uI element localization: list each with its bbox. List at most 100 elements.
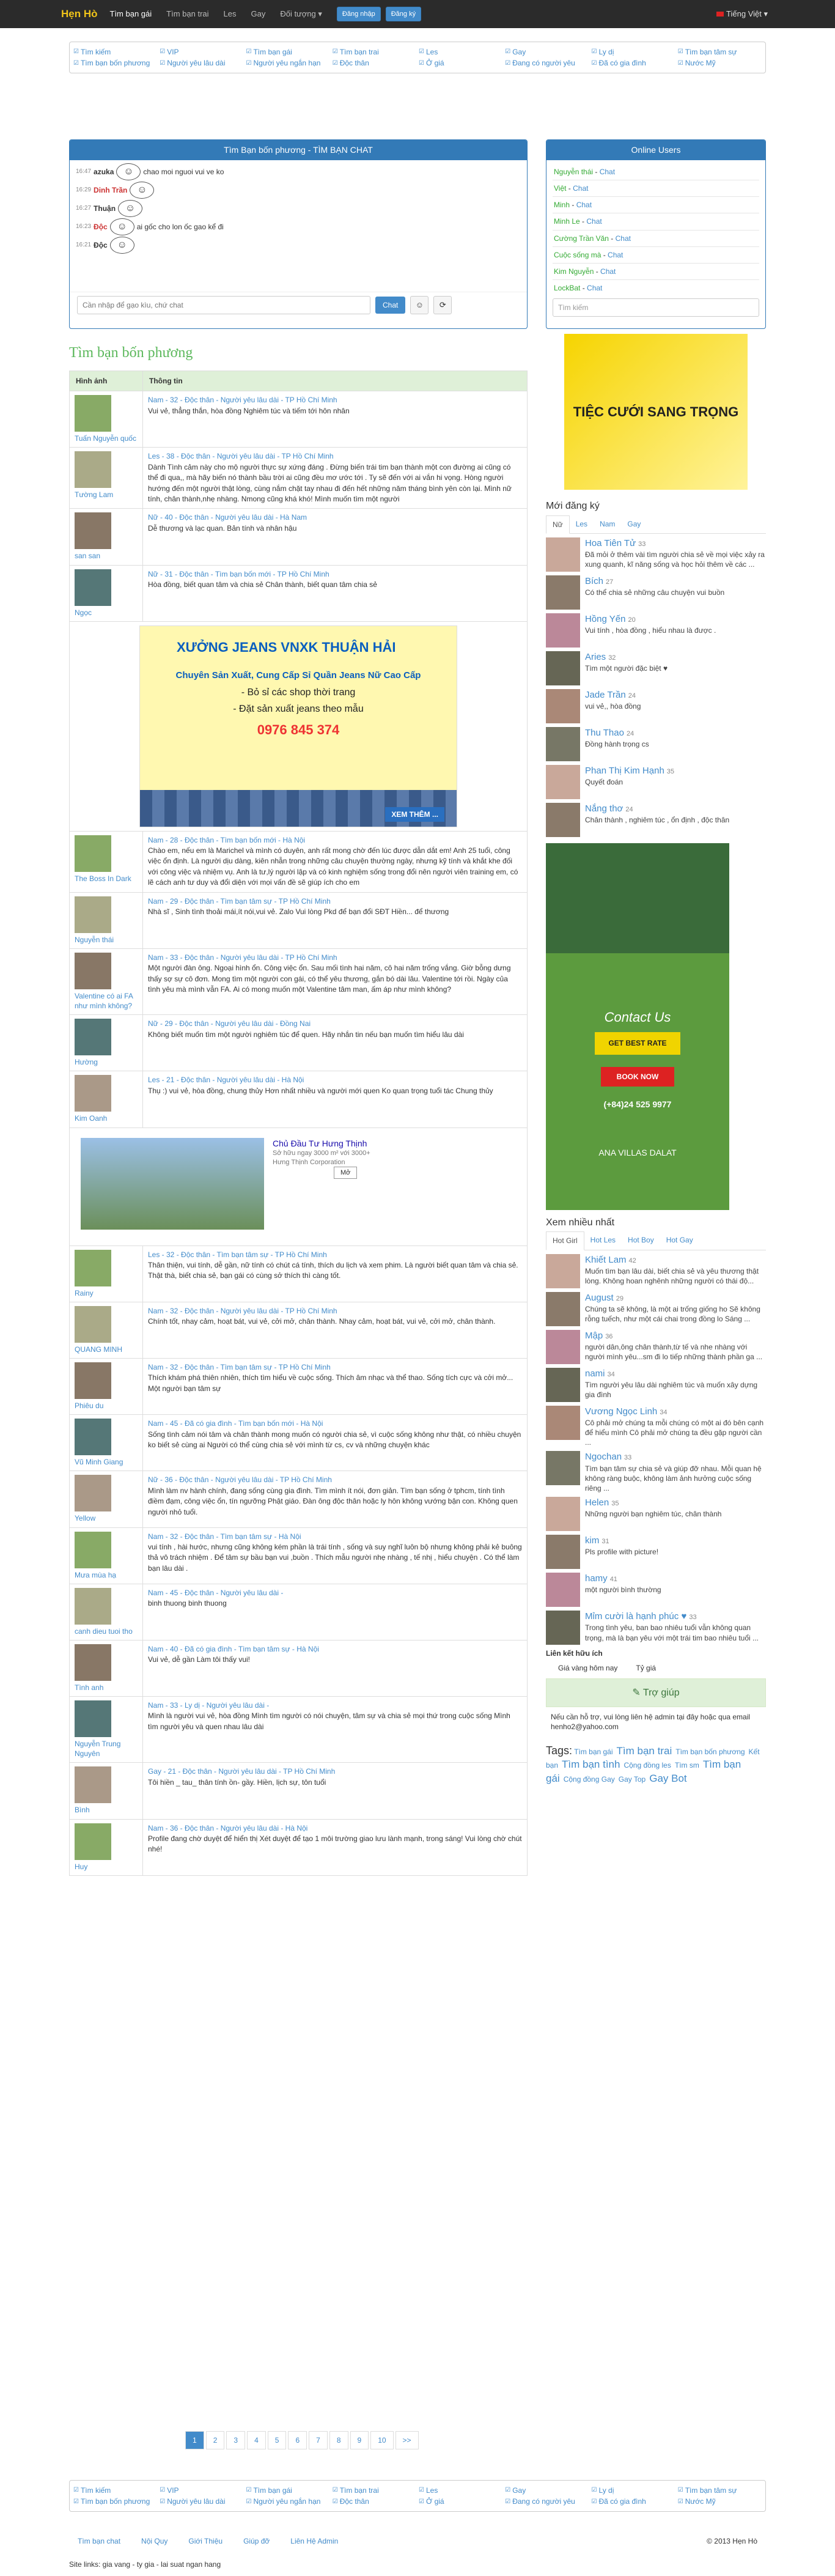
member-meta[interactable]: Nam - 33 - Độc thân - Người yêu lâu dài … <box>148 953 522 963</box>
member-name[interactable]: Tình anh <box>75 1683 138 1692</box>
online-user[interactable]: Kim Nguyễn - Chat <box>553 264 759 281</box>
chat-user[interactable]: Độc <box>94 240 108 250</box>
member-name[interactable]: Hường <box>75 1057 138 1067</box>
online-user[interactable]: Cuộc sống mà - Chat <box>553 247 759 264</box>
avatar[interactable] <box>75 512 111 550</box>
page-link[interactable]: 4 <box>247 2431 266 2450</box>
member-photo[interactable] <box>546 1291 580 1326</box>
member-card[interactable]: Hoa Tiên Tử 33 Đã mỏi ở thêm vài tìm người… <box>546 537 766 572</box>
member-name[interactable]: Thu Thao <box>585 728 624 738</box>
member-name[interactable]: Aries <box>585 652 606 662</box>
tag-link[interactable]: Gay Bot <box>649 1773 686 1784</box>
quicklink[interactable]: ☑ Nước Mỹ <box>678 58 762 68</box>
quicklink[interactable]: ☑ Ở giá <box>419 2497 502 2506</box>
online-user[interactable]: Việt - Chat <box>553 180 759 197</box>
page-link[interactable]: 7 <box>309 2431 328 2450</box>
member-card[interactable]: hamy 41 một người bình thường <box>546 1573 766 1607</box>
quicklink[interactable]: ☑ Tìm kiếm <box>73 2486 157 2495</box>
quicklink[interactable]: ☑ Gay <box>505 2486 589 2495</box>
avatar[interactable] <box>75 1305 111 1343</box>
page-link[interactable]: 6 <box>288 2431 307 2450</box>
tag-link[interactable]: Tìm bạn trai <box>617 1745 672 1757</box>
emoji-icon[interactable]: ☺ <box>410 295 429 314</box>
avatar[interactable] <box>75 1644 111 1681</box>
member-meta[interactable]: Nam - 32 - Độc thân - Người yêu lâu dài … <box>148 395 522 405</box>
quicklink[interactable]: ☑ Nước Mỹ <box>678 2497 762 2506</box>
member-name[interactable]: The Boss In Dark <box>75 874 138 884</box>
member-meta[interactable]: Gay - 21 - Độc thân - Người yêu lâu dài … <box>148 1766 522 1777</box>
member-photo[interactable] <box>546 575 580 610</box>
page-link[interactable]: 5 <box>267 2431 287 2450</box>
member-meta[interactable]: Nam - 33 - Ly dị - Người yêu lâu dài - <box>148 1700 522 1711</box>
quicklink[interactable]: ☑ Người yêu ngắn hạn <box>246 58 330 68</box>
member-photo[interactable] <box>546 1573 580 1607</box>
member-meta[interactable]: Les - 21 - Độc thân - Người yêu lâu dài … <box>148 1075 522 1085</box>
exchange-rate-link[interactable]: Tỷ giá <box>636 1663 656 1673</box>
member-photo[interactable] <box>546 688 580 723</box>
member-meta[interactable]: Nam - 28 - Độc thân - Tìm bạn bốn mới - … <box>148 835 522 846</box>
quicklink[interactable]: ☑ Tìm bạn trai <box>333 2486 416 2495</box>
page-link[interactable]: 3 <box>226 2431 246 2450</box>
tag-link[interactable]: Gay Top <box>619 1775 646 1784</box>
member-name[interactable]: Nguyễn Trung Nguyên <box>75 1739 138 1759</box>
tab[interactable]: Hot Les <box>584 1231 622 1249</box>
member-photo[interactable] <box>546 1253 580 1288</box>
quicklink[interactable]: ☑ Tìm bạn gái <box>246 2486 330 2495</box>
quicklink[interactable]: ☑ Người yêu lâu dài <box>160 2497 243 2506</box>
member-card[interactable]: Mỉm cười là hạnh phúc ♥ 33 Trong tình yêu,… <box>546 1611 766 1645</box>
chat-user[interactable]: Độc <box>94 222 108 232</box>
ad-more-button[interactable]: XEM THÊM ... <box>385 806 444 822</box>
chat-user[interactable]: Thuận <box>94 204 116 213</box>
member-card[interactable]: Ngochan 33 Tìm bạn tâm sự chia sẻ và giúp … <box>546 1451 766 1493</box>
member-name[interactable]: Bích <box>585 576 603 586</box>
footer-link[interactable]: Nội Quy <box>141 2536 167 2546</box>
member-meta[interactable]: Nam - 40 - Đã có gia đình - Tìm bạn tâm … <box>148 1644 522 1655</box>
quicklink[interactable]: ☑ Người yêu ngắn hạn <box>246 2497 330 2506</box>
language-select[interactable]: Tiếng Việt ▾ <box>716 9 768 20</box>
tab[interactable]: Hot Girl <box>546 1231 584 1250</box>
ad-book-button[interactable]: BOOK NOW <box>601 1066 674 1087</box>
tag-link[interactable]: Cộng đồng Gay <box>564 1775 615 1784</box>
tab[interactable]: Nam <box>594 515 621 533</box>
chat-link[interactable]: Chat <box>576 201 592 209</box>
avatar[interactable] <box>75 1531 111 1568</box>
member-card[interactable]: Khiết Lam 42 Muốn tìm bạn lâu dài, biết ch… <box>546 1253 766 1288</box>
chat-link[interactable]: Chat <box>600 168 615 176</box>
avatar[interactable] <box>75 1362 111 1399</box>
member-name[interactable]: san san <box>75 551 138 561</box>
tab[interactable]: Nữ <box>546 515 570 534</box>
nav-link-gay[interactable]: Gay <box>251 9 265 20</box>
member-card[interactable]: kim 31 Pls profile with picture! <box>546 1535 766 1570</box>
chat-link[interactable]: Chat <box>573 184 588 193</box>
member-photo[interactable] <box>546 726 580 761</box>
member-meta[interactable]: Nam - 45 - Độc thân - Người yêu lâu dài … <box>148 1588 522 1598</box>
nav-link-girl[interactable]: Tìm bạn gái <box>110 9 152 20</box>
member-name[interactable]: Hoa Tiên Tử <box>585 538 636 548</box>
nav-dropdown-target[interactable]: Đối tượng ▾ <box>280 9 322 20</box>
quicklink[interactable]: ☑ Đang có người yêu <box>505 58 589 68</box>
avatar[interactable] <box>75 1475 111 1512</box>
online-user[interactable]: Nguyễn thái - Chat <box>553 164 759 181</box>
nav-link-les[interactable]: Les <box>224 9 237 20</box>
chat-user[interactable]: Dinh Trần <box>94 185 127 195</box>
avatar[interactable] <box>75 896 111 933</box>
chat-user[interactable]: azuka <box>94 167 114 177</box>
villa-ad[interactable]: Contact Us GET BEST RATE BOOK NOW (+84)2… <box>546 843 729 1210</box>
avatar[interactable] <box>75 395 111 432</box>
member-meta[interactable]: Les - 38 - Độc thân - Người yêu lâu dài … <box>148 451 522 462</box>
member-name[interactable]: Mỉm cười là hạnh phúc ♥ <box>585 1611 686 1622</box>
member-photo[interactable] <box>546 537 580 572</box>
tag-link[interactable]: Tìm bạn tình <box>562 1759 620 1770</box>
quicklink[interactable]: ☑ Tìm bạn tâm sự <box>678 2486 762 2495</box>
online-user[interactable]: Cường Trần Văn - Chat <box>553 231 759 247</box>
tab[interactable]: Hot Boy <box>622 1231 660 1249</box>
member-meta[interactable]: Les - 32 - Độc thân - Tìm bạn tâm sự - T… <box>148 1250 522 1260</box>
member-name[interactable]: Huy <box>75 1862 138 1872</box>
member-card[interactable]: Nắng thơ 24 Chân thành , nghiêm túc , ổn đ… <box>546 802 766 837</box>
member-name[interactable]: Tuấn Nguyễn quốc <box>75 434 138 443</box>
member-meta[interactable]: Nữ - 40 - Độc thân - Người yêu lâu dài -… <box>148 512 522 523</box>
member-name[interactable]: Helen <box>585 1497 609 1508</box>
chat-link[interactable]: Chat <box>586 217 601 226</box>
page-link[interactable]: 10 <box>370 2431 394 2450</box>
page-link[interactable]: 8 <box>329 2431 348 2450</box>
